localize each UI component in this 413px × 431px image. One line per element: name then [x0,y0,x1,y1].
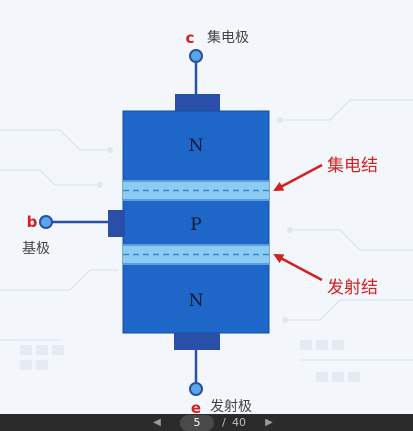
base-label: 基极 [22,240,50,257]
region-label-top: N [189,136,204,156]
collector-junction-arrow [273,163,323,192]
emitter-label: 发射极 [210,399,252,415]
chevron-left-icon[interactable]: ◀ [150,416,164,430]
region-label-bottom: N [189,291,204,311]
chevron-right-icon[interactable]: ▶ [262,416,276,430]
emitter-contact [174,333,220,350]
emitter-node [189,382,203,396]
emitter-junction-arrow [273,253,323,282]
collector-node [189,49,203,63]
base-contact [108,210,125,237]
collector-label: 集电极 [207,29,249,46]
emitter-junction-label: 发射结 [327,278,378,298]
collector-contact [175,94,220,112]
transistor-diagram: N P N c 集电极 b 基极 e 发射极 集电结 发射结 [22,29,378,417]
region-label-middle: P [190,215,201,235]
total-pages: 40 [232,416,246,429]
base-letter: b [27,213,38,231]
base-node [39,215,53,229]
slide-pager-bar: ◀ 5 / 40 ▶ [0,414,413,431]
page-separator: / [222,416,226,429]
collector-letter: c [186,29,195,47]
current-page[interactable]: 5 [180,415,214,431]
collector-junction-label: 集电结 [327,156,378,176]
